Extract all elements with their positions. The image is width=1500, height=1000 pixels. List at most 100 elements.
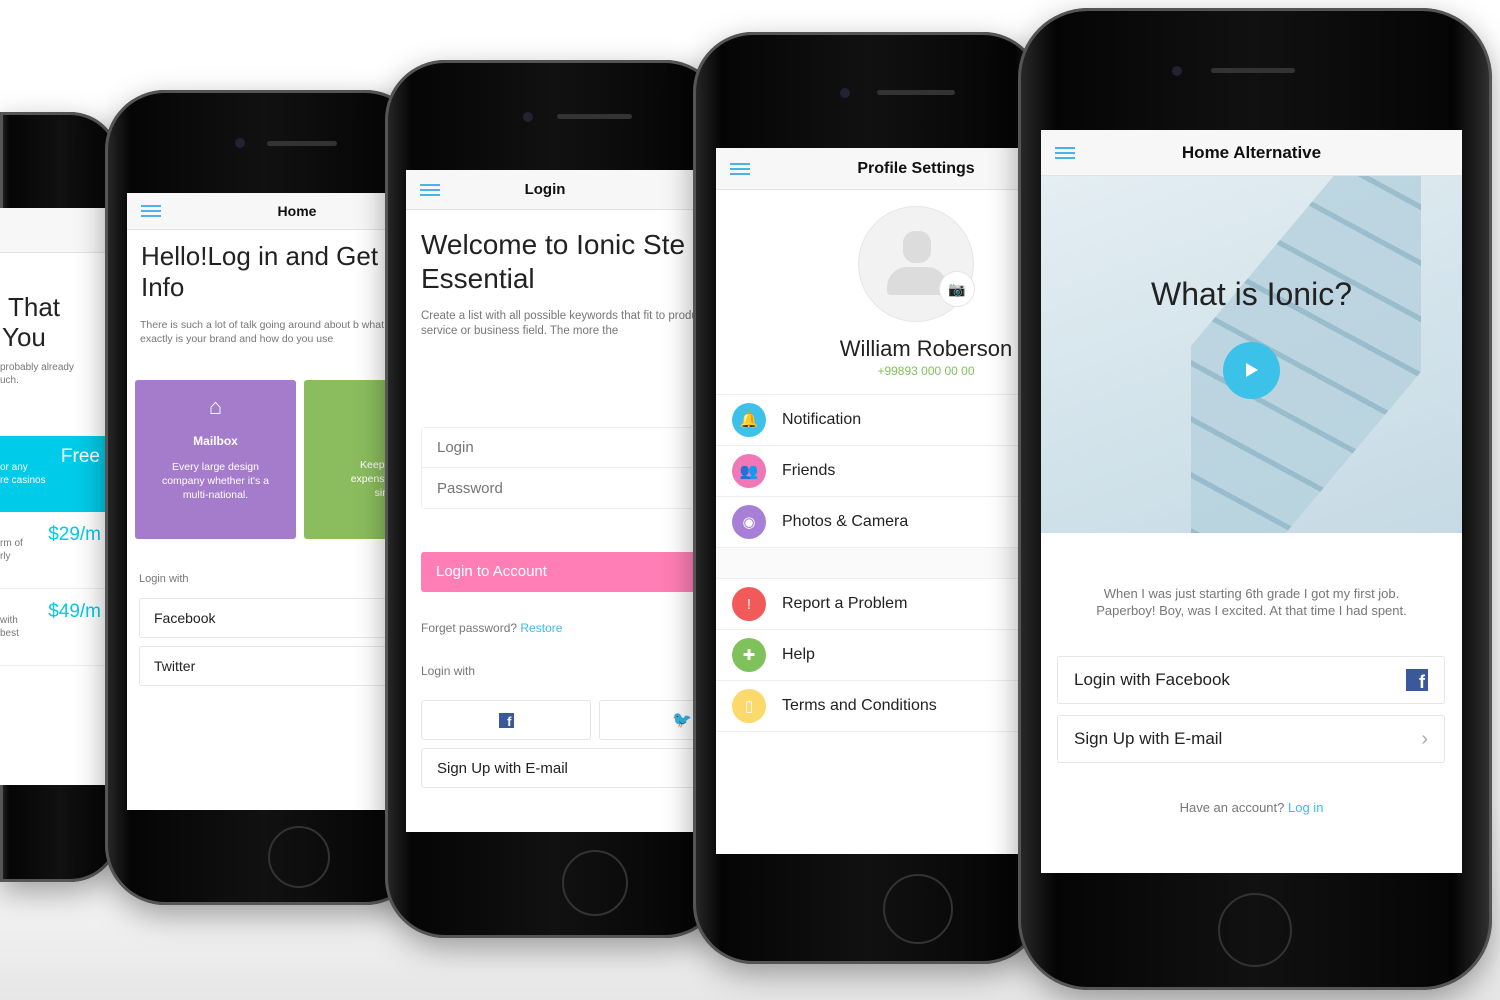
twitter-button[interactable]: Twitter <box>139 646 417 686</box>
menu-item-notification[interactable]: 🔔 Notification <box>716 395 1026 446</box>
user-phone: +99893 000 00 00 <box>877 364 975 378</box>
text: re casinos <box>0 475 46 486</box>
menu-item-terms[interactable]: ▯ Terms and Conditions <box>716 681 1026 732</box>
facebook-button[interactable]: Facebook <box>139 598 417 638</box>
free-plan[interactable]: Free or any re casinos <box>0 436 106 512</box>
forget-password: Forget password? Restore <box>421 621 562 635</box>
login-screen: Login Welcome to Ionic Ste Essential Cre… <box>406 170 716 832</box>
camera-icon[interactable]: 📷 <box>939 271 975 307</box>
profile-screen: Profile Settings 📷 William Roberson +998… <box>716 148 1026 854</box>
have-account-text: Have an account? <box>1179 800 1285 815</box>
home-button[interactable] <box>268 826 330 888</box>
login-facebook-button[interactable]: Login with Facebook f <box>1057 656 1445 704</box>
label: Login with Facebook <box>1074 670 1230 689</box>
text: best <box>0 628 19 639</box>
text: with <box>0 615 18 626</box>
signup-email-button[interactable]: Sign Up with E-mail <box>421 748 716 788</box>
chevron-right-icon: › <box>1421 727 1428 750</box>
alert-icon: ! <box>732 587 766 621</box>
heading: Hello!Log in and Get Info <box>141 241 379 302</box>
nav-bar: Profile Settings <box>716 148 1026 190</box>
label: Sign Up with E-mail <box>1074 729 1223 748</box>
facebook-icon: f <box>498 712 514 729</box>
building-graphic <box>1191 176 1421 533</box>
text: Create a list with all possible keywords… <box>421 310 710 337</box>
camera-icon <box>840 88 850 98</box>
menu-icon[interactable] <box>730 162 750 175</box>
text: uch. <box>0 375 19 386</box>
home-screen: Home Hello!Log in and Get Info There is … <box>127 193 417 810</box>
text: or any <box>0 462 28 473</box>
speaker <box>1211 68 1295 73</box>
plan-49[interactable]: $49/m with best <box>0 589 106 666</box>
card-mailbox[interactable]: ⌂ Mailbox Every large design company whe… <box>135 380 296 539</box>
camera-icon <box>235 138 245 148</box>
play-button[interactable] <box>1223 342 1280 399</box>
card-title: Mailbox <box>193 434 238 448</box>
phone-home: Home Hello!Log in and Get Info There is … <box>105 90 425 905</box>
menu-item-photos[interactable]: ◉ Photos & Camera <box>716 497 1026 548</box>
avatar[interactable]: 📷 <box>858 206 975 322</box>
home-alternative-screen: Home Alternative What is Ionic? When I w… <box>1041 130 1462 873</box>
label: Twitter <box>154 658 196 674</box>
login-form <box>421 427 716 509</box>
label: Report a Problem <box>782 595 908 612</box>
nav-bar: Login <box>406 170 716 210</box>
camera-icon <box>1172 66 1182 76</box>
speaker <box>877 90 955 95</box>
nav-bar: Home <box>127 193 417 230</box>
plan-29[interactable]: $29/m rm of rly <box>0 512 106 589</box>
phone-login: Login Welcome to Ionic Ste Essential Cre… <box>385 60 725 938</box>
signup-email-button[interactable]: Sign Up with E-mail › <box>1057 715 1445 763</box>
document-icon: ▯ <box>732 689 766 723</box>
facebook-button[interactable]: f <box>421 700 591 740</box>
hero-image: What is Ionic? <box>1041 176 1462 533</box>
title: Login <box>524 181 566 198</box>
label: Help <box>782 646 815 663</box>
pricing-screen: That You probably already uch. Free or a… <box>0 208 106 785</box>
menu-item-report[interactable]: ! Report a Problem <box>716 579 1026 630</box>
phone-profile: Profile Settings 📷 William Roberson +998… <box>693 32 1043 964</box>
login-input[interactable] <box>422 428 716 468</box>
home-button[interactable] <box>883 874 953 944</box>
label: Sign Up with E-mail <box>437 759 568 777</box>
speaker <box>557 114 632 119</box>
speaker <box>267 141 337 146</box>
hero-title: What is Ionic? <box>1151 276 1352 312</box>
login-link[interactable]: Log in <box>1288 800 1323 815</box>
title: Home <box>277 203 317 219</box>
menu-icon[interactable] <box>1055 146 1075 159</box>
menu-item-friends[interactable]: 👥 Friends <box>716 446 1026 497</box>
login-to-account-button[interactable]: Login to Account <box>421 552 716 592</box>
text: rly <box>0 551 11 562</box>
restore-link[interactable]: Restore <box>520 621 562 635</box>
login-with-label: Login with <box>139 573 189 585</box>
heading: Welcome to Ionic Ste Essential <box>421 229 686 294</box>
twitter-icon: 🐦 <box>672 712 692 729</box>
user-name: William Roberson <box>839 336 1013 361</box>
label: Facebook <box>154 610 216 626</box>
have-account: Have an account? Log in <box>1041 800 1462 815</box>
home-button[interactable] <box>1218 893 1292 967</box>
password-input[interactable] <box>422 468 716 508</box>
text: There is such a lot of talk going around… <box>140 319 384 345</box>
friends-icon: 👥 <box>732 454 766 488</box>
free-label: Free <box>60 446 100 467</box>
user-silhouette-icon <box>903 231 931 263</box>
camera-icon: ◉ <box>732 505 766 539</box>
title: Home Alternative <box>1181 142 1322 162</box>
label: Friends <box>782 462 836 479</box>
heading: That <box>8 292 61 322</box>
price: $29/m <box>48 524 101 545</box>
menu-icon[interactable] <box>141 205 161 217</box>
home-button[interactable] <box>562 850 628 916</box>
title: Profile Settings <box>857 159 975 177</box>
menu-icon[interactable] <box>420 183 440 196</box>
phone-home-alternative: Home Alternative What is Ionic? When I w… <box>1018 8 1492 990</box>
text: When I was just starting 6th grade I got… <box>1096 586 1407 618</box>
label: Photos & Camera <box>782 513 909 530</box>
menu-item-help[interactable]: ✚ Help <box>716 630 1026 681</box>
login-with-label: Login with <box>421 664 476 678</box>
label: Login to Account <box>436 563 547 580</box>
lifebuoy-icon: ✚ <box>732 638 766 672</box>
